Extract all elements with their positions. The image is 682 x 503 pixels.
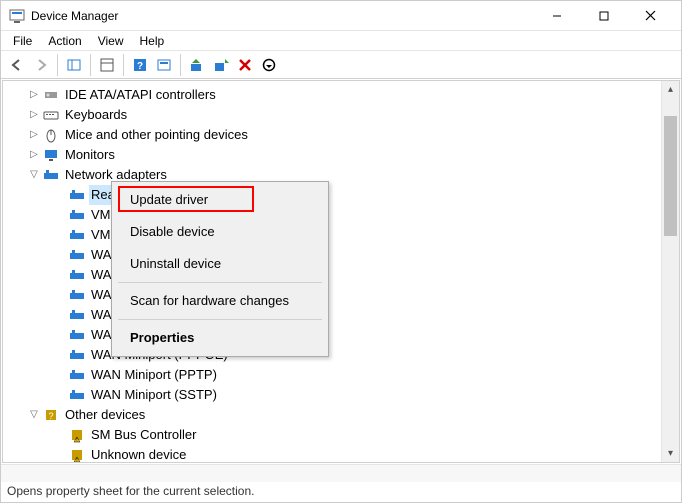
network-adapter-icon [69, 187, 85, 203]
tree-item-label: VM [89, 225, 113, 245]
network-adapter-icon [69, 327, 85, 343]
update-driver-button[interactable] [185, 53, 209, 77]
monitor-icon [43, 147, 59, 163]
tree-item-label: SM Bus Controller [89, 425, 198, 445]
content-area: ▷IDE ATA/ATAPI controllers ▷Keyboards ▷M… [2, 80, 680, 463]
tree-item-network-adapter[interactable]: VM [9, 205, 661, 225]
tree-item-other-device[interactable]: !SM Bus Controller [9, 425, 661, 445]
network-adapter-icon [69, 307, 85, 323]
network-adapter-icon [43, 167, 59, 183]
tree-item-label: WA [89, 245, 113, 265]
controller-icon [43, 87, 59, 103]
context-menu: Update driver Disable device Uninstall d… [111, 181, 329, 357]
context-menu-separator [118, 319, 322, 320]
tree-item-label: VM [89, 205, 113, 225]
action-button[interactable] [152, 53, 176, 77]
device-tree[interactable]: ▷IDE ATA/ATAPI controllers ▷Keyboards ▷M… [3, 81, 661, 462]
menu-file[interactable]: File [5, 32, 40, 50]
help-button[interactable]: ? [128, 53, 152, 77]
tree-item-network-adapter[interactable]: WA [9, 305, 661, 325]
context-menu-uninstall-device[interactable]: Uninstall device [114, 248, 326, 280]
scroll-thumb[interactable] [664, 116, 677, 236]
properties-button[interactable] [95, 53, 119, 77]
network-adapter-icon [69, 347, 85, 363]
tree-item-network-adapter[interactable]: VM [9, 225, 661, 245]
network-adapter-icon [69, 207, 85, 223]
network-adapter-icon [69, 367, 85, 383]
forward-button[interactable] [29, 53, 53, 77]
menubar: File Action View Help [1, 31, 681, 51]
window-title: Device Manager [31, 9, 534, 23]
context-menu-scan-hardware[interactable]: Scan for hardware changes [114, 285, 326, 317]
horizontal-scrollbar[interactable] [1, 464, 681, 482]
tree-item-label: WAN Miniport (PPTP) [89, 365, 219, 385]
show-hide-tree-button[interactable] [62, 53, 86, 77]
back-button[interactable] [5, 53, 29, 77]
collapse-icon[interactable]: ▽ [27, 405, 41, 425]
close-button[interactable] [628, 2, 673, 30]
expand-icon[interactable]: ▷ [27, 85, 41, 105]
network-adapter-icon [69, 247, 85, 263]
svg-text:?: ? [137, 61, 143, 72]
device-manager-icon [9, 8, 25, 24]
expand-icon[interactable]: ▷ [27, 105, 41, 125]
menu-view[interactable]: View [90, 32, 132, 50]
warning-device-icon: ! [69, 427, 85, 443]
tree-item-label: WA [89, 265, 113, 285]
scroll-down-icon[interactable]: ▾ [662, 445, 679, 462]
tree-node-ide[interactable]: ▷IDE ATA/ATAPI controllers [9, 85, 661, 105]
other-device-icon: ? [43, 407, 59, 423]
status-text: Opens property sheet for the current sel… [7, 484, 254, 498]
context-menu-disable-device[interactable]: Disable device [114, 216, 326, 248]
mouse-icon [43, 127, 59, 143]
toolbar: ? [1, 51, 681, 79]
network-adapter-icon [69, 387, 85, 403]
tree-item-network-adapter[interactable]: WA [9, 245, 661, 265]
statusbar: Opens property sheet for the current sel… [1, 482, 681, 502]
svg-text:?: ? [48, 411, 53, 421]
vertical-scrollbar[interactable]: ▴ ▾ [661, 81, 679, 462]
uninstall-button[interactable] [233, 53, 257, 77]
minimize-button[interactable] [534, 2, 579, 30]
collapse-icon[interactable]: ▽ [27, 165, 41, 185]
network-adapter-icon [69, 227, 85, 243]
expand-icon[interactable]: ▷ [27, 125, 41, 145]
tree-node-other-devices[interactable]: ▽?Other devices [9, 405, 661, 425]
context-menu-separator [118, 282, 322, 283]
scan-hardware-button[interactable] [209, 53, 233, 77]
tree-item-network-adapter[interactable]: Rea [9, 185, 661, 205]
keyboard-icon [43, 107, 59, 123]
maximize-button[interactable] [581, 2, 626, 30]
scroll-up-icon[interactable]: ▴ [662, 81, 679, 98]
tree-node-keyboards[interactable]: ▷Keyboards [9, 105, 661, 125]
tree-item-label: WAN Miniport (SSTP) [89, 385, 219, 405]
tree-item-label: WA [89, 285, 113, 305]
tree-item-network-adapter[interactable]: WA [9, 265, 661, 285]
context-menu-update-driver[interactable]: Update driver [114, 184, 326, 216]
tree-item-label: WA [89, 305, 113, 325]
tree-item-network-adapter[interactable]: WAN Miniport (Network Monitor) [9, 325, 661, 345]
network-adapter-icon [69, 267, 85, 283]
tree-item-network-adapter[interactable]: WAN Miniport (SSTP) [9, 385, 661, 405]
tree-node-mice[interactable]: ▷Mice and other pointing devices [9, 125, 661, 145]
disable-button[interactable] [257, 53, 281, 77]
tree-item-other-device[interactable]: ! Unknown device [9, 445, 661, 462]
tree-item-network-adapter[interactable]: WAN Miniport (PPPOE) [9, 345, 661, 365]
expand-icon[interactable]: ▷ [27, 145, 41, 165]
tree-item-network-adapter[interactable]: WAN Miniport (PPTP) [9, 365, 661, 385]
network-adapter-icon [69, 287, 85, 303]
tree-item-label: Unknown device [89, 445, 188, 462]
menu-action[interactable]: Action [40, 32, 89, 50]
context-menu-properties[interactable]: Properties [114, 322, 326, 354]
tree-node-monitors[interactable]: ▷Monitors [9, 145, 661, 165]
warning-device-icon: ! [69, 447, 85, 462]
titlebar: Device Manager [1, 1, 681, 31]
tree-node-network-adapters[interactable]: ▽Network adapters [9, 165, 661, 185]
tree-item-network-adapter[interactable]: WA [9, 285, 661, 305]
menu-help[interactable]: Help [132, 32, 173, 50]
